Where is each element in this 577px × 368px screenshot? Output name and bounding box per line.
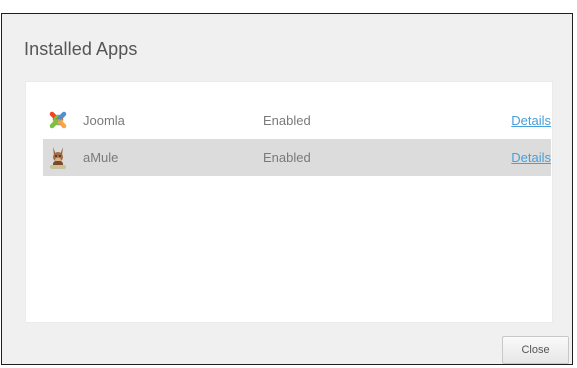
details-link[interactable]: Details bbox=[511, 139, 551, 176]
app-row-amule[interactable]: aMule Enabled Details bbox=[43, 139, 551, 176]
installed-apps-dialog: Installed Apps Joomla Enabled Details aM… bbox=[1, 13, 573, 365]
app-status: Enabled bbox=[263, 150, 311, 165]
close-button[interactable]: Close bbox=[502, 336, 569, 364]
app-name: aMule bbox=[83, 150, 119, 165]
details-link[interactable]: Details bbox=[511, 102, 551, 139]
app-row-joomla[interactable]: Joomla Enabled Details bbox=[43, 102, 551, 139]
dialog-title: Installed Apps bbox=[24, 39, 138, 59]
joomla-logo-icon bbox=[47, 102, 69, 139]
apps-list-panel: Joomla Enabled Details aMule Enabled Det… bbox=[25, 81, 553, 323]
app-status: Enabled bbox=[263, 113, 311, 128]
amule-mule-icon bbox=[47, 139, 69, 176]
app-name: Joomla bbox=[83, 113, 125, 128]
